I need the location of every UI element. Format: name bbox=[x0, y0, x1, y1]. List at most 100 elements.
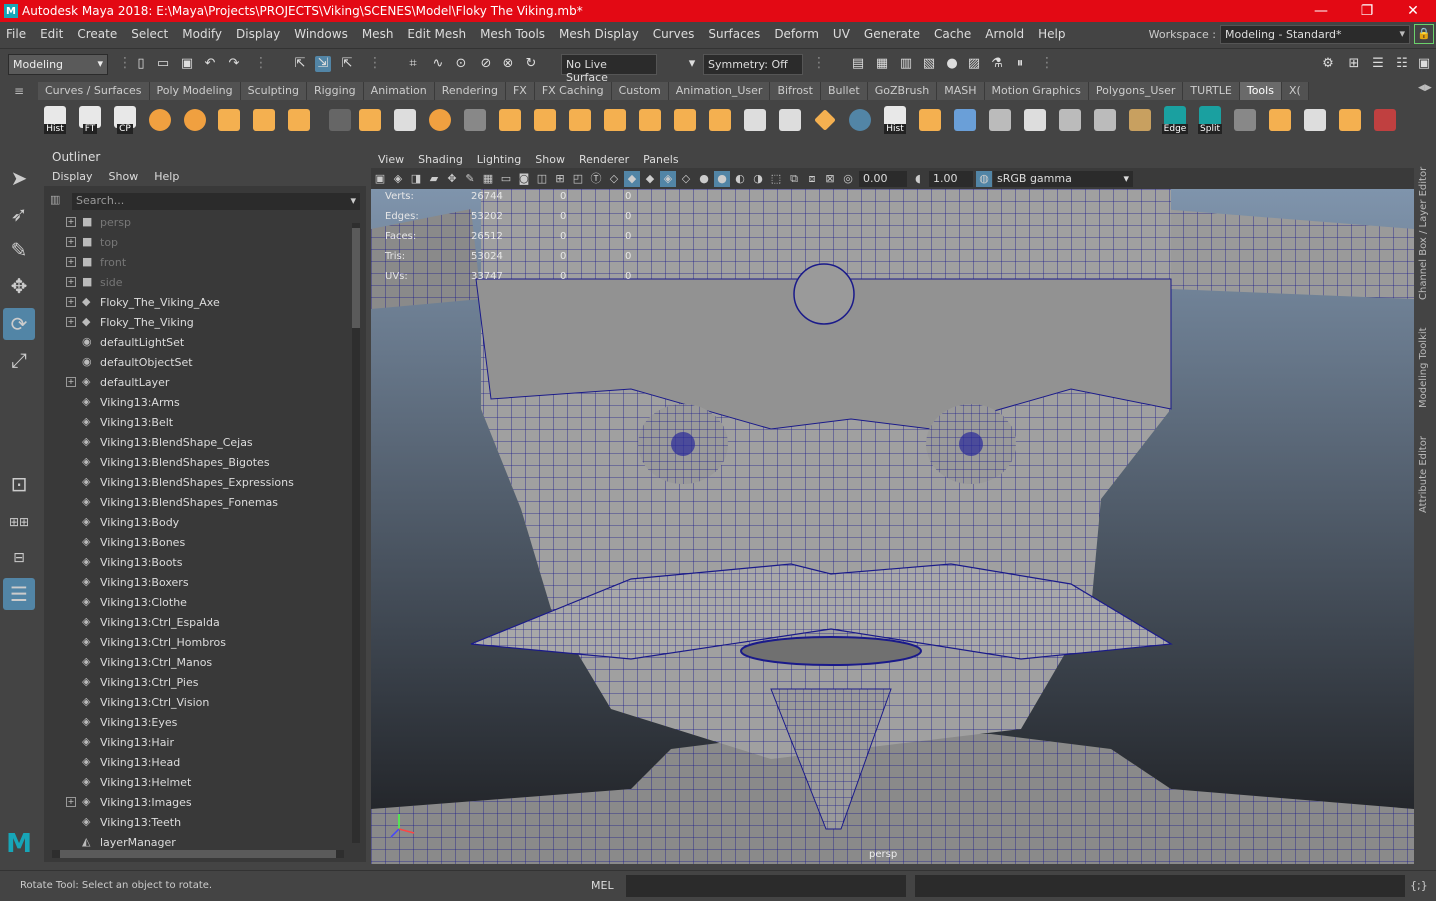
tab-modeling-toolkit[interactable]: Modeling Toolkit bbox=[1418, 318, 1434, 408]
shelf-fill-hole-icon[interactable] bbox=[565, 104, 595, 136]
lights-icon[interactable]: ● bbox=[696, 171, 712, 187]
outliner-item[interactable]: ◈ Viking13:Eyes bbox=[66, 712, 366, 732]
outliner-item[interactable]: ◈ Viking13:BlendShapes_Fonemas bbox=[66, 492, 366, 512]
shelf-bounds-icon[interactable] bbox=[1230, 104, 1260, 136]
shelf-curve-icon[interactable] bbox=[950, 104, 980, 136]
wireframe-on-shaded-icon[interactable]: ◈ bbox=[660, 170, 676, 187]
lasso-tool-icon[interactable]: ➶ bbox=[3, 198, 35, 230]
expand-icon[interactable]: + bbox=[66, 237, 76, 247]
rotate-tool-icon[interactable]: ⟳ bbox=[3, 308, 35, 340]
sidebar-toggle-icon[interactable]: ⚙ bbox=[1320, 56, 1336, 72]
expand-icon[interactable]: + bbox=[66, 377, 76, 387]
shelf-tab[interactable]: Tools bbox=[1239, 82, 1282, 102]
shelf-cp-button[interactable]: CP bbox=[110, 104, 140, 136]
outliner-item[interactable]: + ■ side bbox=[66, 272, 366, 292]
outliner-item[interactable]: ◈ Viking13:Ctrl_Pies bbox=[66, 672, 366, 692]
viewport-menu-panels[interactable]: Panels bbox=[636, 153, 685, 166]
shelf-tab[interactable]: Bullet bbox=[820, 82, 868, 102]
xray-joints-icon[interactable]: ⊠ bbox=[822, 171, 838, 187]
shelf-bridge-icon[interactable] bbox=[530, 104, 560, 136]
safe-action-icon[interactable]: ◰ bbox=[570, 171, 586, 187]
shelf-poly-icon[interactable] bbox=[145, 104, 175, 136]
command-language-toggle[interactable]: MEL bbox=[591, 879, 614, 892]
expand-icon[interactable]: + bbox=[66, 257, 76, 267]
shelf-tab[interactable]: MASH bbox=[937, 82, 985, 102]
outliner-item[interactable]: + ◈ defaultLayer bbox=[66, 372, 366, 392]
shelf-merge-icon[interactable] bbox=[355, 104, 385, 136]
viewport-menu-renderer[interactable]: Renderer bbox=[572, 153, 636, 166]
shadows-icon[interactable]: ● bbox=[714, 170, 730, 187]
camera-attr-icon[interactable]: ◈ bbox=[390, 171, 406, 187]
motion-blur-icon[interactable]: ◑ bbox=[750, 171, 766, 187]
workspace-dropdown[interactable]: Modeling - Standard* bbox=[1220, 24, 1410, 44]
shelf-tab[interactable]: Curves / Surfaces bbox=[38, 82, 150, 102]
menu-edit[interactable]: Edit bbox=[34, 27, 71, 41]
outliner-item[interactable]: + ■ front bbox=[66, 252, 366, 272]
outliner-item[interactable]: ◈ Viking13:Belt bbox=[66, 412, 366, 432]
gamma-icon[interactable]: ◖ bbox=[910, 171, 926, 187]
menu-create[interactable]: Create bbox=[71, 27, 125, 41]
outliner-item[interactable]: ◈ Viking13:Head bbox=[66, 752, 366, 772]
shelf-knife-icon[interactable] bbox=[1055, 104, 1085, 136]
outliner-item[interactable]: ◈ Viking13:Hair bbox=[66, 732, 366, 752]
shelf-tab[interactable]: Custom bbox=[611, 82, 669, 102]
menu-curves[interactable]: Curves bbox=[647, 27, 703, 41]
shelf-vertex-icon[interactable] bbox=[325, 104, 355, 136]
menu-select[interactable]: Select bbox=[125, 27, 176, 41]
shelf-pipe-icon[interactable] bbox=[985, 104, 1015, 136]
shelf-tab[interactable]: Animation_User bbox=[668, 82, 771, 102]
shelf-extrude-icon[interactable] bbox=[249, 104, 279, 136]
light-editor-icon[interactable]: ⚗ bbox=[989, 56, 1005, 72]
shelf-tab[interactable]: FX Caching bbox=[534, 82, 612, 102]
four-view-icon[interactable]: ⊞⊞ bbox=[3, 506, 35, 538]
paint-select-tool-icon[interactable]: ✎ bbox=[3, 234, 35, 266]
wireframe-icon[interactable]: ◇ bbox=[606, 171, 622, 187]
snap-live-icon[interactable]: ↻ bbox=[523, 56, 539, 72]
outliner-item[interactable]: + ■ top bbox=[66, 232, 366, 252]
exposure-field[interactable]: 0.00 bbox=[859, 170, 907, 187]
isolate-select-icon[interactable]: ⧉ bbox=[786, 171, 802, 187]
shelf-edge-loop-icon[interactable] bbox=[495, 104, 525, 136]
shelf-tab[interactable]: GoZBrush bbox=[867, 82, 938, 102]
outliner-item[interactable]: + ◆ Floky_The_Viking_Axe bbox=[66, 292, 366, 312]
antialias-icon[interactable]: ⬚ bbox=[768, 171, 784, 187]
gamma-field[interactable]: 1.00 bbox=[929, 170, 973, 187]
outliner-item[interactable]: ◈ Viking13:BlendShapes_Expressions bbox=[66, 472, 366, 492]
menu-mesh[interactable]: Mesh bbox=[356, 27, 402, 41]
shelf-cube-icon[interactable] bbox=[214, 104, 244, 136]
viewport-canvas[interactable]: Verts: 26744 0 0 Edges: 53202 0 0 Faces: 26512 0 0 T… bbox=[371, 189, 1414, 864]
outliner-hscrollbar[interactable] bbox=[52, 850, 344, 858]
modeling-toolkit-icon[interactable]: ⊞ bbox=[1346, 56, 1362, 72]
redo-icon[interactable]: ↷ bbox=[226, 56, 242, 72]
hypershade-icon[interactable]: ● bbox=[944, 56, 960, 72]
render-setup-icon[interactable]: ▨ bbox=[966, 56, 982, 72]
outliner-item[interactable]: ◈ Viking13:Body bbox=[66, 512, 366, 532]
menu-cache[interactable]: Cache bbox=[928, 27, 979, 41]
outliner-item[interactable]: + ◆ Floky_The_Viking bbox=[66, 312, 366, 332]
shelf-grid-icon[interactable] bbox=[460, 104, 490, 136]
snap-point-icon[interactable]: ⊙ bbox=[453, 56, 469, 72]
menu-mesh-tools[interactable]: Mesh Tools bbox=[474, 27, 553, 41]
outliner-item[interactable]: ◈ Viking13:Ctrl_Vision bbox=[66, 692, 366, 712]
expand-icon[interactable]: + bbox=[66, 297, 76, 307]
viewport-menu-shading[interactable]: Shading bbox=[411, 153, 470, 166]
frame-icon[interactable]: ✥ bbox=[444, 171, 460, 187]
shelf-tab[interactable]: Rendering bbox=[434, 82, 506, 102]
close-button[interactable]: ✕ bbox=[1390, 0, 1436, 22]
undo-icon[interactable]: ↶ bbox=[202, 56, 218, 72]
outliner-item[interactable]: ◈ Viking13:Arms bbox=[66, 392, 366, 412]
shelf-tab[interactable]: Bifrost bbox=[770, 82, 821, 102]
snap-surface-icon[interactable]: ⊗ bbox=[500, 56, 516, 72]
shelf-wedge-icon[interactable] bbox=[670, 104, 700, 136]
save-scene-icon[interactable]: ▣ bbox=[179, 56, 195, 72]
outliner-menu-help[interactable]: Help bbox=[146, 170, 187, 183]
menu-file[interactable]: File bbox=[0, 27, 34, 41]
shelf-stack-icon[interactable] bbox=[1020, 104, 1050, 136]
xray-icon[interactable]: ⧈ bbox=[804, 171, 820, 187]
outliner-item[interactable]: ◭ layerManager bbox=[66, 832, 366, 852]
shelf-tab[interactable]: X( bbox=[1281, 82, 1309, 102]
menu-mesh-display[interactable]: Mesh Display bbox=[553, 27, 647, 41]
select-tool-icon[interactable]: ➤ bbox=[3, 162, 35, 194]
bookmark-icon[interactable]: ◨ bbox=[408, 171, 424, 187]
menu-edit-mesh[interactable]: Edit Mesh bbox=[401, 27, 474, 41]
